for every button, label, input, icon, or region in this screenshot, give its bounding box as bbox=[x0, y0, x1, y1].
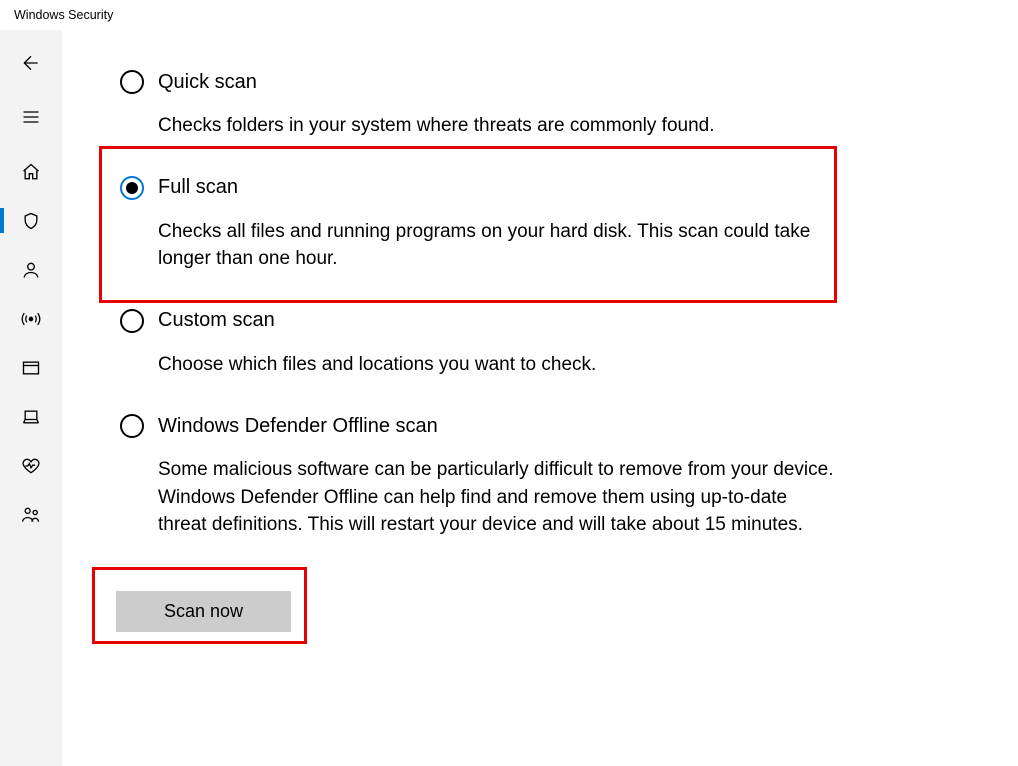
back-button[interactable] bbox=[0, 38, 62, 87]
option-description: Some malicious software can be particula… bbox=[158, 456, 840, 539]
hamburger-icon bbox=[21, 107, 41, 127]
sidebar-item-home[interactable] bbox=[0, 147, 62, 196]
radio-quick-scan[interactable] bbox=[120, 70, 144, 94]
radio-full-scan[interactable] bbox=[120, 176, 144, 200]
radio-custom-scan[interactable] bbox=[120, 309, 144, 333]
menu-toggle[interactable] bbox=[0, 95, 62, 139]
option-title: Windows Defender Offline scan bbox=[158, 415, 438, 438]
option-description: Choose which files and locations you wan… bbox=[158, 351, 840, 379]
sidebar-item-account-protection[interactable] bbox=[0, 245, 62, 294]
scan-option-full[interactable]: Full scan Checks all files and running p… bbox=[120, 176, 840, 273]
main-content: Quick scan Checks folders in your system… bbox=[62, 30, 1018, 766]
person-icon bbox=[21, 260, 41, 280]
scan-option-offline[interactable]: Windows Defender Offline scan Some malic… bbox=[120, 414, 840, 539]
broadcast-icon bbox=[21, 309, 41, 329]
scan-now-button[interactable]: Scan now bbox=[116, 591, 291, 632]
sidebar-item-firewall[interactable] bbox=[0, 294, 62, 343]
sidebar-item-family-options[interactable] bbox=[0, 490, 62, 539]
sidebar-item-device-performance[interactable] bbox=[0, 441, 62, 490]
option-description: Checks folders in your system where thre… bbox=[158, 112, 840, 140]
home-icon bbox=[21, 162, 41, 182]
sidebar-item-app-browser[interactable] bbox=[0, 343, 62, 392]
sidebar-item-device-security[interactable] bbox=[0, 392, 62, 441]
option-title: Full scan bbox=[158, 176, 238, 199]
option-title: Quick scan bbox=[158, 71, 257, 94]
window-title: Windows Security bbox=[0, 0, 1018, 30]
option-title: Custom scan bbox=[158, 309, 275, 332]
heart-icon bbox=[21, 456, 41, 476]
laptop-icon bbox=[21, 407, 41, 427]
shield-icon bbox=[21, 211, 41, 231]
arrow-left-icon bbox=[21, 53, 41, 73]
window-icon bbox=[21, 358, 41, 378]
radio-offline-scan[interactable] bbox=[120, 414, 144, 438]
sidebar bbox=[0, 30, 62, 766]
scan-option-custom[interactable]: Custom scan Choose which files and locat… bbox=[120, 309, 840, 379]
sidebar-item-virus-protection[interactable] bbox=[0, 196, 62, 245]
family-icon bbox=[21, 505, 41, 525]
option-description: Checks all files and running programs on… bbox=[158, 218, 840, 273]
scan-option-quick[interactable]: Quick scan Checks folders in your system… bbox=[120, 70, 840, 140]
